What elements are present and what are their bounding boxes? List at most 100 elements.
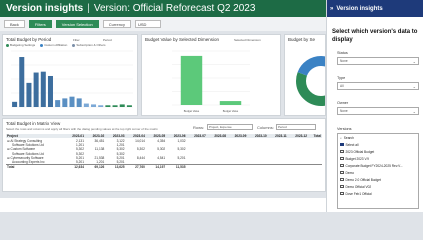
bar[interactable] bbox=[26, 82, 32, 107]
version-label: Select all bbox=[345, 142, 359, 147]
checkbox[interactable] bbox=[340, 184, 344, 189]
filter-control[interactable]: Filter bbox=[73, 38, 80, 42]
budget-by-dimension-panel: Budget Value by Selected Dimension Selec… bbox=[141, 34, 281, 116]
rows-select[interactable]: Project, Expense bbox=[207, 124, 253, 130]
version-option[interactable]: Corporate Budget FY2024-2025 Rev.V... bbox=[338, 162, 418, 169]
chevron-down-icon: ⌄ bbox=[412, 109, 416, 114]
version-search[interactable]: ⌕ Search bbox=[338, 134, 418, 141]
app-title: Version insights bbox=[6, 3, 84, 14]
table-cell: 14,197 bbox=[145, 164, 167, 170]
columns-label: Columns: bbox=[257, 125, 274, 130]
version-option[interactable]: Demo bbox=[338, 169, 418, 176]
table-cell: 13,625 bbox=[105, 164, 126, 170]
bar[interactable] bbox=[219, 101, 242, 105]
versions-label: Versions bbox=[337, 127, 352, 131]
back-button[interactable]: Back bbox=[4, 20, 25, 28]
version-label: Demo 2.0 Official Budget bbox=[345, 177, 381, 182]
table-cell: 12,634 bbox=[64, 164, 85, 170]
title-separator: | bbox=[87, 3, 90, 14]
budget-by-dimension-chart: Budget Value Budget Value bbox=[172, 50, 250, 113]
bar[interactable] bbox=[91, 104, 97, 107]
version-option[interactable]: Select all bbox=[338, 141, 418, 148]
bar[interactable] bbox=[47, 75, 53, 107]
checkbox[interactable] bbox=[340, 156, 344, 161]
bar[interactable] bbox=[98, 105, 104, 107]
version-option[interactable]: 2023 Official Budget bbox=[338, 148, 418, 155]
version-label: Demo bbox=[345, 170, 355, 175]
budget-by-period-panel: Total Budget by Period Budgeting Setting… bbox=[2, 34, 138, 116]
version-label: 2023 Official Budget bbox=[345, 149, 375, 154]
checkbox[interactable] bbox=[340, 142, 344, 147]
bar[interactable] bbox=[69, 96, 75, 107]
bar[interactable] bbox=[12, 101, 18, 107]
matrix-title: Total Budget in Matrix View bbox=[6, 121, 61, 126]
version-label: Dove Feb1 Official bbox=[345, 191, 372, 196]
back-arrow-icon[interactable]: » bbox=[330, 6, 333, 12]
budget-by-period-chart bbox=[11, 50, 133, 108]
table-row[interactable]: Total 12,634 69,126 13,625 27,760 14,197 11,53… bbox=[6, 164, 322, 170]
bar[interactable] bbox=[62, 98, 68, 107]
columns-select[interactable]: Period bbox=[276, 124, 316, 130]
matrix-panel: Total Budget in Matrix View Select the r… bbox=[2, 118, 326, 192]
bar[interactable] bbox=[126, 105, 132, 107]
report-title: Version: Official Reforecast Q2 2023 bbox=[93, 3, 256, 14]
owner-label: Owner bbox=[337, 101, 349, 105]
version-label: Corporate Budget FY2024-2025 Rev.V... bbox=[345, 163, 403, 168]
bar[interactable] bbox=[119, 104, 125, 107]
table-cell bbox=[287, 164, 308, 170]
checkbox[interactable] bbox=[340, 191, 344, 196]
chart-title: Budget Value by Selected Dimension bbox=[145, 37, 219, 42]
table-cell bbox=[186, 164, 207, 170]
table-cell: Total bbox=[6, 164, 65, 170]
table-cell bbox=[267, 164, 288, 170]
panel-header: » Version insights bbox=[327, 0, 423, 17]
search-icon: ⌕ bbox=[340, 135, 342, 140]
bar[interactable] bbox=[105, 105, 111, 107]
table-cell: 27,760 bbox=[125, 164, 146, 170]
status-select[interactable]: None ⌄ bbox=[337, 57, 419, 65]
version-label: Demo Official V02 bbox=[345, 184, 372, 189]
table-cell: 69,126 bbox=[84, 164, 106, 170]
table-cell: 11,535 bbox=[166, 164, 187, 170]
budget-by-second-panel: Budget by Se bbox=[284, 34, 326, 116]
version-option[interactable]: Demo 2.0 Official Budget bbox=[338, 176, 418, 183]
rows-label: Rows: bbox=[193, 125, 205, 130]
version-option[interactable]: Budget 2023 V.9 bbox=[338, 155, 418, 162]
status-label: Status bbox=[337, 51, 348, 55]
panel-question: Select which version's data to display bbox=[332, 29, 418, 43]
chevron-down-icon: ⌄ bbox=[412, 84, 416, 89]
checkbox[interactable] bbox=[340, 170, 344, 175]
version-label: Budget 2023 V.9 bbox=[345, 156, 369, 161]
table-cell bbox=[247, 164, 268, 170]
version-option[interactable]: Dove Feb1 Official bbox=[338, 190, 418, 197]
period-control[interactable]: Period bbox=[103, 38, 112, 42]
bar[interactable] bbox=[40, 71, 46, 107]
checkbox[interactable] bbox=[340, 163, 344, 168]
bar[interactable] bbox=[180, 55, 203, 105]
filters-button[interactable]: Filters bbox=[28, 20, 52, 28]
chart-title: Total Budget by Period bbox=[6, 37, 52, 42]
bar[interactable] bbox=[76, 98, 82, 107]
dimension-control[interactable]: Selected Dimension bbox=[234, 38, 261, 42]
app-header: Version insights | Version: Official Ref… bbox=[0, 0, 326, 17]
checkbox[interactable] bbox=[340, 177, 344, 182]
type-label: Type bbox=[337, 76, 346, 80]
version-insights-panel: » Version insights Select which version'… bbox=[326, 0, 423, 212]
currency-input[interactable]: USD bbox=[134, 20, 161, 28]
chart-title: Budget by Se bbox=[288, 37, 316, 42]
currency-label: Currency bbox=[102, 20, 131, 28]
footer-area bbox=[0, 198, 326, 212]
version-option[interactable]: Demo Official V02 bbox=[338, 183, 418, 190]
checkbox[interactable] bbox=[340, 149, 344, 154]
owner-select[interactable]: None ⌄ bbox=[337, 107, 419, 115]
bar[interactable] bbox=[33, 72, 39, 107]
matrix-subtitle: Select the rows and columns and apply al… bbox=[6, 127, 158, 131]
toolbar: Back Filters Version Selection Currency … bbox=[0, 17, 326, 31]
type-select[interactable]: All ⌄ bbox=[337, 82, 419, 90]
bar[interactable] bbox=[55, 100, 61, 107]
bar[interactable] bbox=[83, 103, 89, 107]
version-label: Search bbox=[343, 135, 354, 140]
bar[interactable] bbox=[112, 105, 118, 107]
version-selection-button[interactable]: Version Selection bbox=[55, 20, 99, 28]
bar[interactable] bbox=[19, 57, 25, 107]
